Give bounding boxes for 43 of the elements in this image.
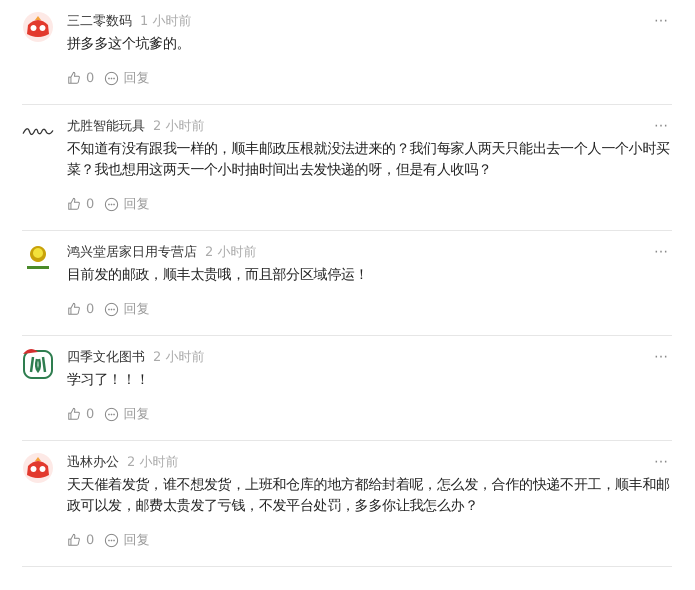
book-logo-icon [22,347,54,379]
more-icon[interactable]: ⋯ [654,118,668,134]
author-name[interactable]: 尤胜智能玩具 [67,117,145,135]
like-icon[interactable] [67,197,81,211]
comment-icon [104,70,120,86]
comment-icon [104,196,120,212]
comment-icon [104,406,120,422]
like-count: 0 [86,70,94,86]
comment-text: 不知道有没有跟我一样的，顺丰邮政压根就没法进来的？我们每家人两天只能出去一个人一个小时买菜？我也想用这两天一个小时抽时间出去发快递的呀，但是有人收吗？ [67,140,671,180]
author-name[interactable]: 三二零数码 [67,12,132,30]
more-icon[interactable]: ⋯ [654,13,668,29]
reply-button[interactable]: 回复 [104,69,150,87]
comment-icon [104,532,120,548]
reply-button[interactable]: 回复 [104,405,150,423]
author-name[interactable]: 迅林办公 [67,453,119,471]
author-name[interactable]: 四季文化图书 [67,348,145,366]
mascot-avatar-icon [22,11,54,43]
author-name[interactable]: 鸿兴堂居家日用专营店 [67,243,197,261]
comment-text: 拼多多这个坑爹的。 [67,35,192,54]
like-count: 0 [86,532,94,548]
more-icon[interactable]: ⋯ [654,244,668,260]
reply-button[interactable]: 回复 [104,300,150,318]
like-icon[interactable] [67,71,81,85]
comment-icon [104,302,120,316]
timestamp: 2 小时前 [153,118,204,135]
comment-text: 天天催着发货，谁不想发货，上班和仓库的地方都给封着呢，怎么发，合作的快递不开工，顺丰和邮政可以发，邮费太贵发了亏钱，不发平台处罚，多多你让我怎么办？ [67,476,671,516]
timestamp: 1 小时前 [140,13,192,30]
more-icon[interactable]: ⋯ [654,349,668,365]
comment-text: 学习了！！！ [67,371,150,390]
comment-text: 目前发的邮政，顺丰太贵哦，而且部分区域停运！ [67,266,370,285]
timestamp: 2 小时前 [127,454,178,471]
reply-button[interactable]: 回复 [104,195,150,213]
reply-button[interactable]: 回复 [104,531,150,549]
like-icon[interactable] [67,533,81,547]
like-count: 0 [86,302,94,316]
timestamp: 2 小时前 [153,349,204,366]
like-icon[interactable] [67,302,81,316]
like-icon[interactable] [67,407,81,421]
mascot-avatar-icon [22,452,54,484]
like-count: 0 [86,406,94,422]
timestamp: 2 小时前 [205,244,256,261]
like-count: 0 [86,196,94,212]
more-icon[interactable]: ⋯ [654,454,668,470]
